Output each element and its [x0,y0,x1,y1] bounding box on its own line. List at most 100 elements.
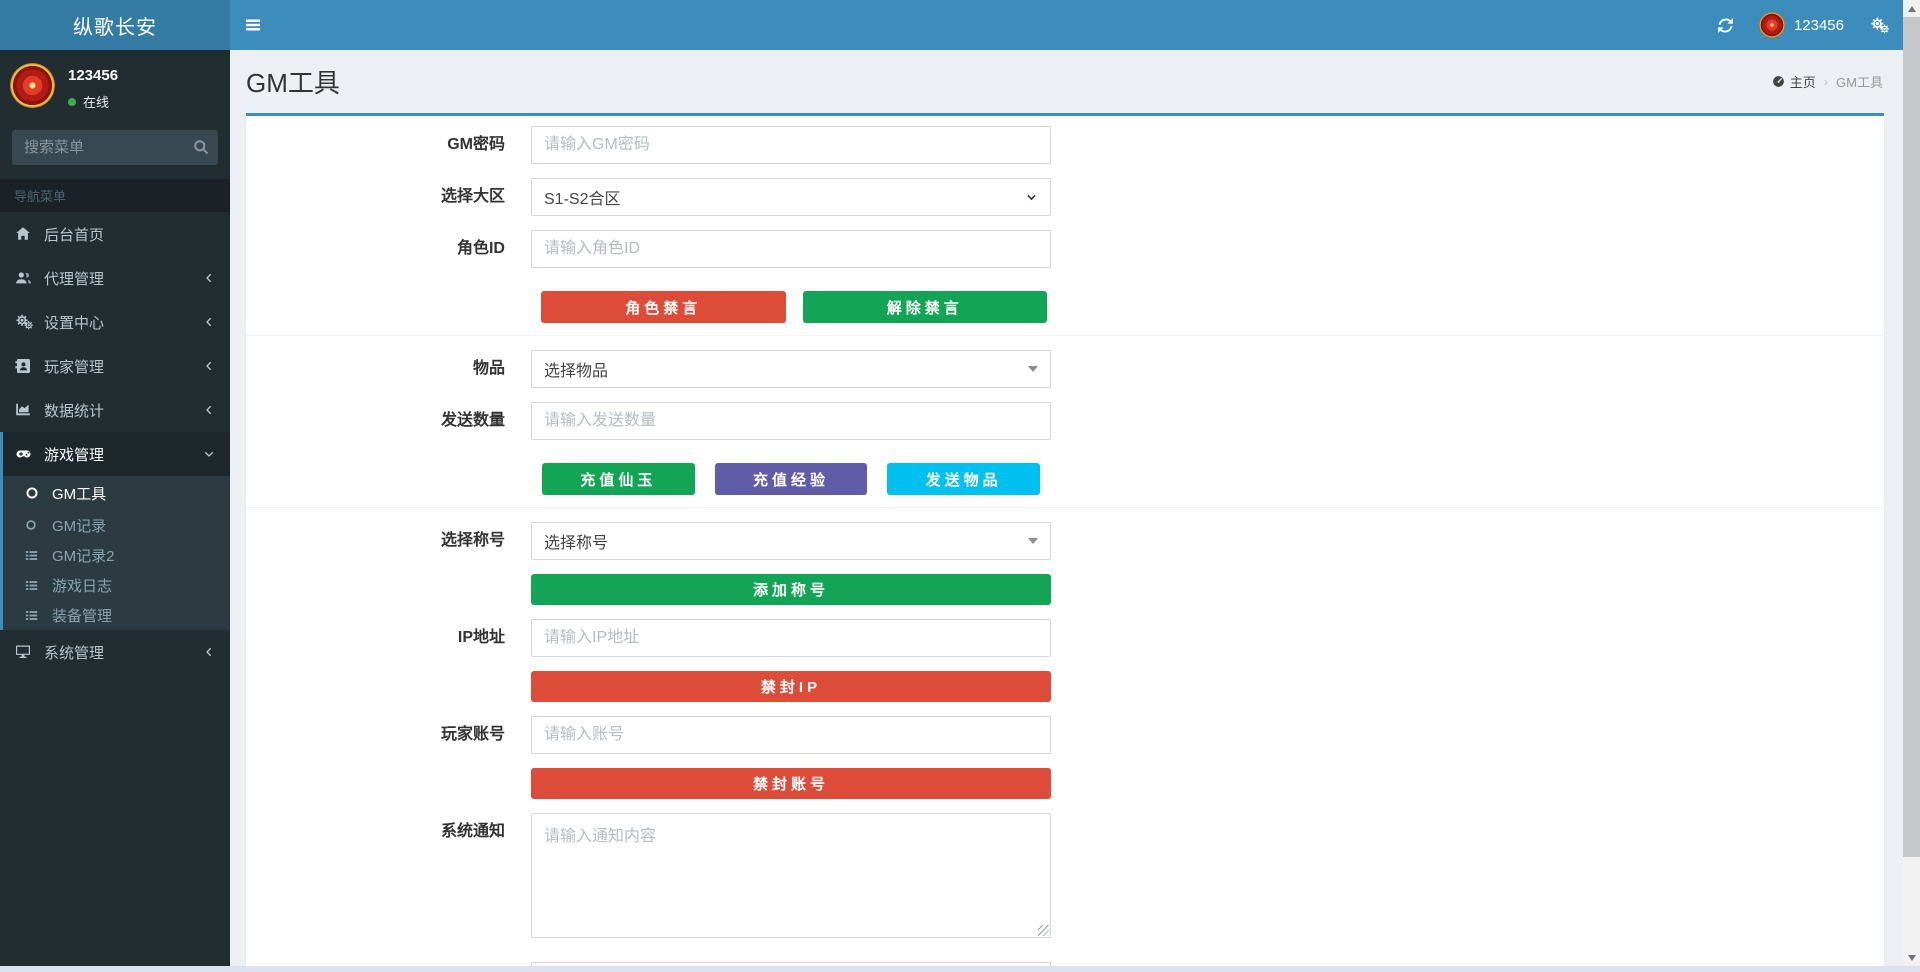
sidebar-subitem-gm-log2[interactable]: GM记录2 [3,540,230,570]
unmute-role-button[interactable]: 解除禁言 [802,291,1047,323]
circle-icon [25,486,52,500]
gm-password-label: GM密码 [447,136,505,153]
page-title: GM工具 [246,68,340,98]
chevron-left-icon [203,360,215,372]
list-icon [25,609,52,622]
user-status: 在线 [68,92,118,111]
divider [246,335,1884,336]
search-input[interactable] [12,130,218,165]
scrollbar-down-button[interactable] [1903,949,1920,966]
sidebar-search [12,130,218,165]
ban-ip-button[interactable]: 禁封IP [531,671,1051,702]
sidebar-toggle-button[interactable] [230,0,276,50]
sidebar-subitem-game-log[interactable]: 游戏日志 [3,570,230,600]
caret-down-icon [1028,366,1038,372]
refresh-icon [1718,18,1733,33]
cogs-icon [15,314,44,330]
account-label: 玩家账号 [440,726,505,743]
resize-handle[interactable] [1038,925,1049,936]
navbar-right: 123456 [1704,0,1903,50]
users-icon [15,270,44,286]
sidebar-subitem-equipment[interactable]: 装备管理 [3,600,230,630]
region-select[interactable]: S1-S2合区 [531,178,1051,216]
send-item-button[interactable]: 发送物品 [887,463,1041,495]
sidebar-subitem-gm-tool[interactable]: GM工具 [3,476,230,510]
home-icon [15,226,44,242]
gears-icon [1870,17,1889,34]
divider [246,507,1884,508]
game-management-submenu: GM工具 GM记录 GM记录2 游戏日志 装备管理 [0,476,230,630]
ip-label: IP地址 [457,629,505,646]
avatar [1758,12,1785,38]
sidebar-username: 123456 [68,67,119,84]
send-count-input[interactable] [531,402,1051,440]
breadcrumb-separator: › [1823,74,1829,89]
triangle-down-icon [1907,954,1916,961]
role-id-label: 角色ID [456,240,505,257]
ip-input[interactable] [531,619,1051,657]
title-select-label: 选择称号 [440,532,505,549]
online-status-dot [68,97,76,106]
sidebar-menu: 后台首页 代理管理 设置中心 玩家管理 数据统计 游戏管理 GM工具 GM记录 … [0,212,230,674]
item-label: 物品 [472,360,505,377]
area-chart-icon [15,402,44,418]
hamburger-icon [245,17,261,33]
item-select[interactable]: 选择物品 [531,350,1051,388]
chevron-left-icon [203,404,215,416]
sidebar-item-settings[interactable]: 设置中心 [0,300,230,344]
online-status-label: 在线 [83,95,110,110]
account-input[interactable] [531,716,1051,754]
bottom-edge-strip [0,966,1920,972]
add-title-button[interactable]: 添加称号 [531,574,1051,605]
breadcrumb: 主页 › GM工具 [1772,72,1883,91]
gm-password-input[interactable] [531,126,1051,164]
content-header: GM工具 主页 › GM工具 [230,50,1903,113]
search-icon[interactable] [193,139,209,155]
list-icon [25,549,52,562]
user-menu[interactable]: 123456 [1747,0,1856,50]
user-panel: 123456 在线 [0,50,230,120]
recharge-jade-button[interactable]: 充值仙玉 [542,463,695,495]
chevron-down-icon [203,448,215,460]
vertical-scrollbar[interactable] [1903,0,1920,966]
chevron-down-icon [1025,191,1038,204]
chevron-left-icon [203,646,215,658]
sidebar: 123456 在线 导航菜单 后台首页 代理管理 [0,50,230,966]
recharge-exp-button[interactable]: 充值经验 [714,463,868,495]
sidebar-item-statistics[interactable]: 数据统计 [0,388,230,432]
scrollbar-up-button[interactable] [1903,0,1920,17]
gamepad-icon [15,446,44,462]
role-id-input[interactable] [531,230,1051,268]
sidebar-subitem-gm-log[interactable]: GM记录 [3,510,230,540]
region-label: 选择大区 [440,188,505,205]
sidebar-item-game-management[interactable]: 游戏管理 [0,432,230,476]
gm-tool-box: GM密码 选择大区 S1-S2合区 角色ID 角色禁言 [246,113,1884,966]
breadcrumb-home-link[interactable]: 主页 [1772,72,1816,91]
settings-menu-button[interactable] [1856,0,1903,50]
app-window: 纵歌长安 123456 123456 在线 搜索菜单 导航菜单 后台首页 代理管… [0,0,1920,972]
sidebar-item-system[interactable]: 系统管理 [0,630,230,674]
notice-label: 系统通知 [440,823,505,840]
ban-account-button[interactable]: 禁封账号 [531,768,1051,799]
chevron-left-icon [203,316,215,328]
mute-role-button[interactable]: 角色禁言 [541,291,786,323]
sidebar-avatar [10,63,55,108]
top-navbar: 123456 [230,0,1903,50]
title-select[interactable]: 选择称号 [531,522,1051,560]
sidebar-item-agents[interactable]: 代理管理 [0,256,230,300]
dashboard-icon [1772,75,1785,88]
breadcrumb-current: GM工具 [1836,75,1883,90]
address-book-icon [15,358,44,374]
brand-logo[interactable]: 纵歌长安 [0,0,230,50]
circle-icon [25,519,52,531]
nav-section-header: 导航菜单 [0,179,230,212]
refresh-button[interactable] [1704,0,1747,50]
notice-textarea[interactable] [531,813,1051,938]
sidebar-item-players[interactable]: 玩家管理 [0,344,230,388]
list-icon [25,579,52,592]
brand-title: 纵歌长安 [73,16,157,39]
sidebar-item-dashboard[interactable]: 后台首页 [0,212,230,256]
navbar-username: 123456 [1793,16,1844,34]
caret-down-icon [1028,538,1038,544]
scrollbar-thumb[interactable] [1903,17,1920,857]
